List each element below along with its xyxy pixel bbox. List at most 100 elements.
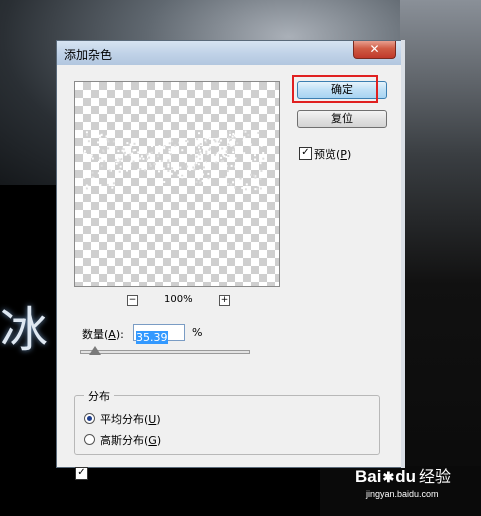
preview-checkbox[interactable]: ✓ [299, 147, 312, 160]
preview-pane[interactable] [74, 81, 280, 287]
close-icon: ✕ [369, 42, 380, 56]
noise-speck [131, 142, 134, 144]
noise-speck [117, 187, 120, 190]
noise-speck [160, 166, 163, 169]
noise-speck [200, 154, 203, 157]
amount-label: 数量(A): [82, 326, 124, 342]
noise-speck [234, 186, 237, 189]
noise-speck [209, 147, 211, 150]
noise-speck [121, 149, 124, 152]
noise-speck [99, 157, 102, 160]
noise-speck [188, 168, 191, 171]
noise-speck [169, 173, 172, 176]
noise-speck [146, 158, 148, 161]
noise-speck [255, 162, 258, 165]
noise-speck [213, 159, 216, 162]
noise-speck [148, 156, 151, 159]
noise-speck [239, 177, 242, 180]
background-canvas-right [400, 0, 481, 516]
preview-label-text: 预览( [314, 148, 341, 161]
reset-button[interactable]: 复位 [297, 110, 387, 128]
noise-speck [205, 141, 208, 144]
uniform-radio[interactable] [84, 413, 95, 424]
noise-speck [118, 170, 121, 173]
noise-speck [205, 150, 208, 153]
noise-speck [130, 160, 133, 163]
noise-speck [199, 149, 202, 152]
noise-speck [112, 182, 115, 185]
amount-input[interactable]: 35.39 [133, 324, 185, 344]
noise-speck [137, 151, 140, 154]
noise-speck [245, 183, 248, 186]
noise-speck [88, 173, 91, 176]
zoom-in-button[interactable]: + [219, 295, 230, 306]
noise-speck [254, 158, 257, 161]
noise-speck [99, 137, 102, 140]
noise-speck [132, 149, 135, 152]
uniform-label-text: 平均分布( [100, 413, 149, 426]
noise-speck [256, 165, 259, 168]
zoom-out-button[interactable]: − [127, 295, 138, 306]
noise-speck [139, 149, 142, 152]
noise-speck [231, 135, 234, 138]
noise-speck [199, 143, 202, 145]
check-icon: ✓ [77, 467, 86, 478]
gaussian-label[interactable]: 高斯分布(G) [100, 432, 161, 448]
gaussian-label-key: G [148, 434, 157, 447]
noise-speck [126, 142, 129, 145]
noise-speck [224, 146, 227, 149]
noise-speck [111, 186, 114, 189]
noise-speck [260, 169, 263, 172]
noise-speck [260, 144, 263, 147]
noise-speck [106, 183, 109, 186]
preview-label-key: P [340, 148, 347, 161]
noise-speck [117, 161, 120, 164]
noise-speck [100, 134, 103, 136]
noise-speck [151, 157, 154, 160]
gaussian-label-tail: ) [156, 434, 162, 447]
noise-speck [193, 168, 196, 171]
noise-speck [170, 149, 173, 152]
noise-speck [243, 136, 246, 139]
noise-speck [105, 135, 108, 138]
noise-speck [128, 153, 131, 156]
noise-speck [155, 147, 158, 150]
noise-speck [167, 159, 170, 162]
noise-speck [148, 152, 151, 155]
noise-speck [171, 140, 174, 143]
noise-speck [214, 156, 217, 159]
noise-speck [86, 134, 88, 137]
noise-speck [181, 149, 184, 152]
noise-speck [243, 173, 246, 176]
uniform-label-tail: ) [156, 413, 161, 426]
noise-speck [97, 147, 100, 150]
noise-speck [99, 190, 102, 192]
noise-speck [160, 159, 163, 162]
noise-speck [257, 184, 260, 187]
noise-speck [216, 152, 219, 155]
noise-speck [243, 130, 246, 133]
noise-speck [259, 178, 262, 180]
noise-speck [101, 186, 103, 189]
ok-button[interactable]: 确定 [297, 81, 387, 99]
amount-slider-track[interactable] [80, 350, 250, 354]
noise-speck [117, 150, 120, 153]
noise-speck [200, 140, 203, 143]
amount-value: 35.39 [136, 331, 168, 344]
noise-speck [259, 187, 262, 190]
gaussian-radio[interactable] [84, 434, 95, 445]
amount-slider-thumb[interactable] [89, 346, 102, 355]
dialog-titlebar[interactable]: 添加杂色 ✕ [57, 41, 402, 65]
preview-label: 预览(P) [314, 146, 351, 162]
noise-speck [257, 131, 260, 134]
noise-speck [205, 136, 207, 139]
uniform-label[interactable]: 平均分布(U) [100, 411, 161, 427]
close-button[interactable]: ✕ [353, 41, 396, 59]
noise-speck [238, 179, 241, 182]
noise-speck [119, 165, 122, 168]
noise-speck [204, 168, 207, 171]
noise-speck [91, 157, 94, 160]
noise-speck [87, 157, 90, 160]
monochromatic-checkbox[interactable]: ✓ [75, 467, 88, 480]
noise-speck [250, 173, 253, 176]
